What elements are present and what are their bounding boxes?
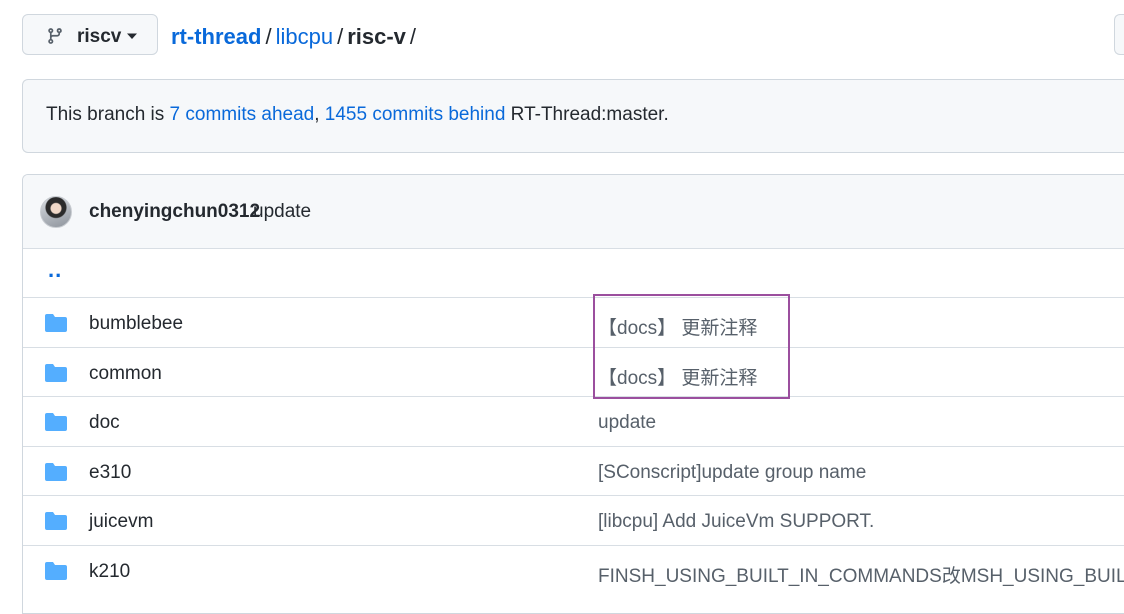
file-commit-link[interactable]: 【docs】 更新注释	[598, 313, 757, 340]
table-row[interactable]: common 【docs】 更新注释	[23, 347, 1124, 397]
branch-status-prefix: This branch is	[46, 104, 170, 125]
folder-icon	[45, 463, 67, 481]
breadcrumb-libcpu-link[interactable]: libcpu	[276, 24, 333, 49]
parent-dir-row[interactable]: ..	[23, 248, 1124, 298]
commit-author-link[interactable]: chenyingchun0312	[89, 201, 260, 223]
folder-icon	[45, 364, 67, 382]
parent-dir-link[interactable]: ..	[48, 257, 62, 283]
file-listing: chenyingchun0312 update .. bumblebee 【do…	[22, 174, 1124, 614]
file-name-link[interactable]: k210	[89, 561, 130, 583]
avatar[interactable]	[40, 196, 72, 228]
file-commit-link[interactable]: 【docs】 更新注释	[598, 363, 757, 390]
branch-status-banner: This branch is 7 commits ahead, 1455 com…	[22, 79, 1124, 153]
file-name-link[interactable]: doc	[89, 412, 120, 434]
commit-message-link[interactable]: update	[253, 201, 311, 223]
branch-label: riscv	[77, 26, 122, 47]
breadcrumb-separator: /	[409, 24, 417, 49]
file-commit-link[interactable]: FINSH_USING_BUILT_IN_COMMANDS改MSH_USING_…	[598, 561, 1124, 588]
folder-icon	[45, 512, 67, 530]
folder-icon	[45, 413, 67, 431]
go-to-file-button[interactable]	[1114, 14, 1124, 55]
file-commit-link[interactable]: [SConscript]update group name	[598, 462, 866, 484]
table-row[interactable]: bumblebee 【docs】 更新注释	[23, 297, 1124, 347]
table-row[interactable]: juicevm [libcpu] Add JuiceVm SUPPORT.	[23, 495, 1124, 545]
breadcrumb-current-dir: risc-v	[347, 24, 406, 49]
breadcrumb-separator: /	[265, 24, 272, 49]
branch-status-text: This branch is 7 commits ahead, 1455 com…	[46, 104, 669, 126]
breadcrumb: rt-thread / libcpu / risc-v /	[171, 23, 420, 51]
table-row[interactable]: k210 FINSH_USING_BUILT_IN_COMMANDS改MSH_U…	[23, 545, 1124, 595]
folder-icon	[45, 314, 67, 332]
latest-commit-header: chenyingchun0312 update	[23, 175, 1124, 249]
table-row[interactable]: e310 [SConscript]update group name	[23, 446, 1124, 496]
file-commit-link[interactable]: update	[598, 412, 656, 434]
commits-ahead-link[interactable]: 7 commits ahead	[170, 104, 315, 125]
commits-behind-link[interactable]: 1455 commits behind	[325, 104, 506, 125]
breadcrumb-separator: /	[337, 24, 344, 49]
branch-status-comma: ,	[314, 104, 325, 125]
file-name-link[interactable]: juicevm	[89, 511, 153, 533]
file-name-link[interactable]: bumblebee	[89, 313, 183, 335]
file-name-link[interactable]: common	[89, 363, 162, 385]
folder-icon	[45, 562, 67, 580]
file-commit-link[interactable]: [libcpu] Add JuiceVm SUPPORT.	[598, 511, 874, 533]
git-branch-icon	[48, 28, 62, 44]
branch-select-button[interactable]: riscv	[22, 14, 158, 55]
breadcrumb-repo-link[interactable]: rt-thread	[171, 24, 261, 49]
table-row[interactable]: doc update	[23, 396, 1124, 446]
caret-down-icon	[127, 33, 137, 39]
branch-status-suffix: RT-Thread:master.	[505, 104, 669, 125]
file-name-link[interactable]: e310	[89, 462, 131, 484]
